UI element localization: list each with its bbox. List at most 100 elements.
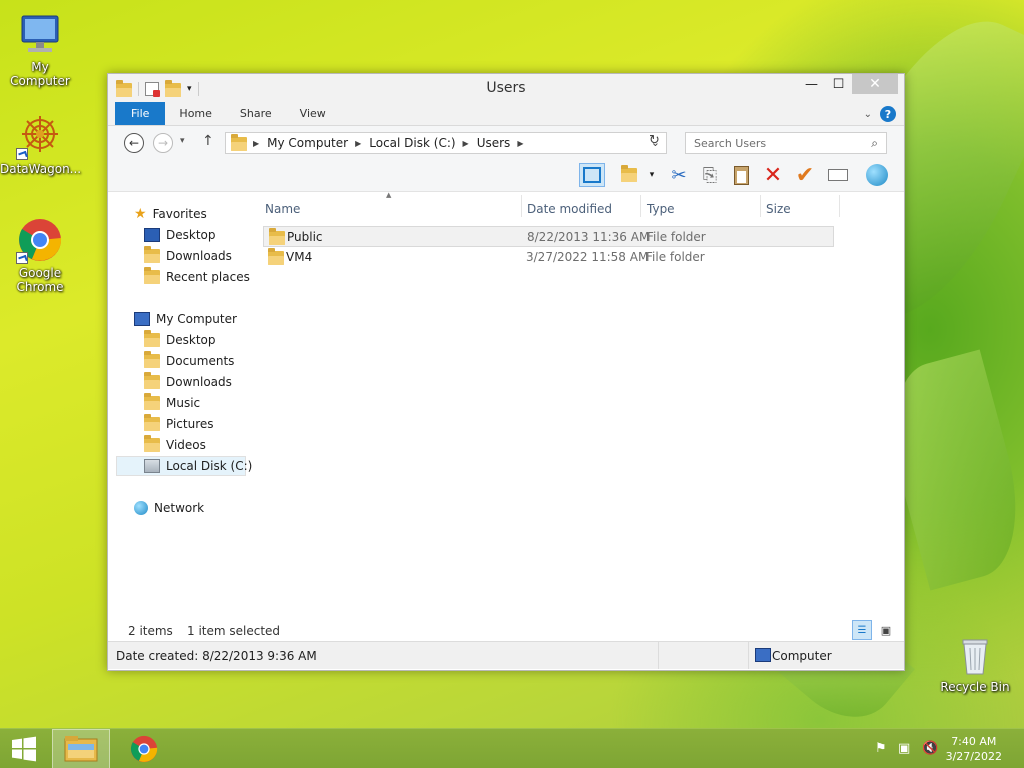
desktop-icon-datawagon[interactable]: DataWagon... xyxy=(0,112,81,176)
nav-label: Desktop xyxy=(166,228,216,242)
nav-favorites-recent-places[interactable]: Recent places xyxy=(144,267,250,287)
nav-label: Music xyxy=(166,396,201,410)
copy-icon[interactable]: ⎘ xyxy=(697,163,723,187)
column-header-name[interactable]: Name xyxy=(265,198,300,220)
tab-file[interactable]: File xyxy=(115,102,166,125)
tab-share[interactable]: Share xyxy=(226,102,286,125)
nav-label: My Computer xyxy=(156,312,237,326)
network-tray-icon[interactable]: ▣ xyxy=(898,741,910,756)
command-toolbar: ▾ ✂ ⎘ ✕ ✔ xyxy=(108,158,904,192)
column-divider[interactable] xyxy=(839,195,840,217)
chevron-down-icon[interactable]: ▾ xyxy=(646,163,658,187)
nav-favorites-downloads[interactable]: Downloads xyxy=(144,246,232,266)
expand-ribbon-icon[interactable]: ⌄ xyxy=(864,109,872,120)
close-button[interactable]: ✕ xyxy=(852,74,898,94)
back-button[interactable]: ← xyxy=(124,133,144,153)
nav-computer-documents[interactable]: Documents xyxy=(144,351,234,371)
nav-computer-local-disk[interactable]: Local Disk (C:) xyxy=(116,456,252,476)
help-icon[interactable]: ? xyxy=(880,106,896,122)
nav-favorites[interactable]: ★ Favorites xyxy=(134,204,207,224)
address-bar[interactable]: ▶ My Computer ▶ Local Disk (C:) ▶ Users ▶ ⌄ xyxy=(225,132,667,154)
maximize-button[interactable]: ☐ xyxy=(825,74,852,94)
content-area: ★ Favorites Desktop Downloads Recent pla… xyxy=(108,191,904,619)
volume-muted-icon[interactable]: 🔇 xyxy=(922,741,938,756)
taskbar-file-explorer[interactable] xyxy=(52,729,110,768)
title-bar[interactable]: ▾ Users — ☐ ✕ xyxy=(108,74,904,102)
action-center-flag-icon[interactable]: ⚑ xyxy=(875,741,887,756)
minimize-button[interactable]: — xyxy=(798,74,825,94)
folder-icon xyxy=(268,248,284,265)
tab-home[interactable]: Home xyxy=(165,102,225,125)
nav-network[interactable]: Network xyxy=(134,498,204,518)
column-divider[interactable] xyxy=(640,195,641,217)
file-date: 3/27/2022 11:58 AM xyxy=(526,250,649,264)
nav-favorites-desktop[interactable]: Desktop xyxy=(144,225,216,245)
paste-icon[interactable] xyxy=(728,163,754,187)
desktop-icon xyxy=(144,228,160,242)
column-header-size[interactable]: Size xyxy=(766,198,791,220)
column-divider[interactable] xyxy=(521,195,522,217)
preview-pane-button[interactable] xyxy=(579,163,605,187)
globe-icon[interactable] xyxy=(864,163,890,187)
nav-label: Downloads xyxy=(166,375,232,389)
new-folder-icon[interactable] xyxy=(616,163,642,187)
computer-icon xyxy=(755,648,771,662)
breadcrumb-label: Local Disk (C:) xyxy=(369,136,456,150)
documents-folder-icon xyxy=(144,351,160,368)
forward-button[interactable]: → xyxy=(153,133,173,153)
drive-icon xyxy=(144,459,160,473)
breadcrumb-separator[interactable]: ▶ xyxy=(253,139,259,148)
nav-computer-downloads[interactable]: Downloads xyxy=(144,372,232,392)
desktop-icon-google-chrome[interactable]: Google Chrome xyxy=(0,216,80,294)
downloads-folder-icon xyxy=(144,372,160,389)
column-header-type[interactable]: Type xyxy=(647,198,675,220)
nav-my-computer[interactable]: My Computer xyxy=(134,309,237,329)
clock-time: 7:40 AM xyxy=(951,735,997,748)
file-row[interactable]: VM4 3/27/2022 11:58 AM File folder xyxy=(263,247,834,268)
delete-icon[interactable]: ✕ xyxy=(760,163,786,188)
desktop-icon-recycle-bin[interactable]: Recycle Bin xyxy=(935,630,1015,694)
file-row[interactable]: Public 8/22/2013 11:36 AM File folder xyxy=(263,226,834,247)
large-icons-view-button[interactable]: ▣ xyxy=(876,620,896,640)
window-title: Users xyxy=(486,80,526,96)
recent-places-icon xyxy=(144,267,160,284)
network-icon xyxy=(134,501,148,515)
downloads-folder-icon xyxy=(144,246,160,263)
checkmark-icon[interactable]: ✔ xyxy=(792,163,818,188)
breadcrumb-my-computer[interactable]: My Computer ▶ xyxy=(267,136,361,150)
nav-computer-music[interactable]: Music xyxy=(144,393,200,413)
nav-computer-pictures[interactable]: Pictures xyxy=(144,414,214,434)
column-divider[interactable] xyxy=(760,195,761,217)
recycle-bin-icon xyxy=(951,630,999,678)
column-header-date-modified[interactable]: Date modified xyxy=(527,198,612,220)
breadcrumb-users[interactable]: Users ▶ xyxy=(477,136,524,150)
taskbar-chrome[interactable] xyxy=(118,729,170,768)
status-bar: 2 items 1 item selected ☰ ▣ xyxy=(108,619,904,641)
details-view-button[interactable]: ☰ xyxy=(852,620,872,640)
system-clock[interactable]: 7:40 AM 3/27/2022 xyxy=(946,734,1002,764)
tab-view[interactable]: View xyxy=(286,102,340,125)
folder-icon xyxy=(231,134,247,151)
breadcrumb-local-disk[interactable]: Local Disk (C:) ▶ xyxy=(369,136,468,150)
computer-icon xyxy=(134,312,150,326)
file-date: 8/22/2013 11:36 AM xyxy=(527,230,650,244)
nav-label: Pictures xyxy=(166,417,214,431)
item-count: 2 items xyxy=(128,624,173,638)
nav-computer-desktop[interactable]: Desktop xyxy=(144,330,216,350)
desktop-icon-my-computer[interactable]: My Computer xyxy=(0,10,80,88)
nav-computer-videos[interactable]: Videos xyxy=(144,435,206,455)
nav-label: Videos xyxy=(166,438,206,452)
rename-icon[interactable] xyxy=(825,163,851,187)
search-input[interactable]: Search Users ⌕ xyxy=(685,132,887,154)
clock-date: 3/27/2022 xyxy=(945,750,1002,763)
start-button[interactable] xyxy=(8,729,40,768)
recent-locations-icon[interactable]: ▾ xyxy=(180,136,185,146)
refresh-button[interactable]: ↻ xyxy=(649,133,660,148)
nav-label: Favorites xyxy=(152,207,207,221)
ribbon-tabs: File Home Share View ⌄ ? xyxy=(108,102,904,126)
star-icon: ★ xyxy=(134,206,147,222)
desktop-icon-label: Google Chrome xyxy=(16,266,64,294)
nav-label: Desktop xyxy=(166,333,216,347)
up-button[interactable]: ↑ xyxy=(202,133,214,149)
cut-icon[interactable]: ✂ xyxy=(666,163,692,187)
